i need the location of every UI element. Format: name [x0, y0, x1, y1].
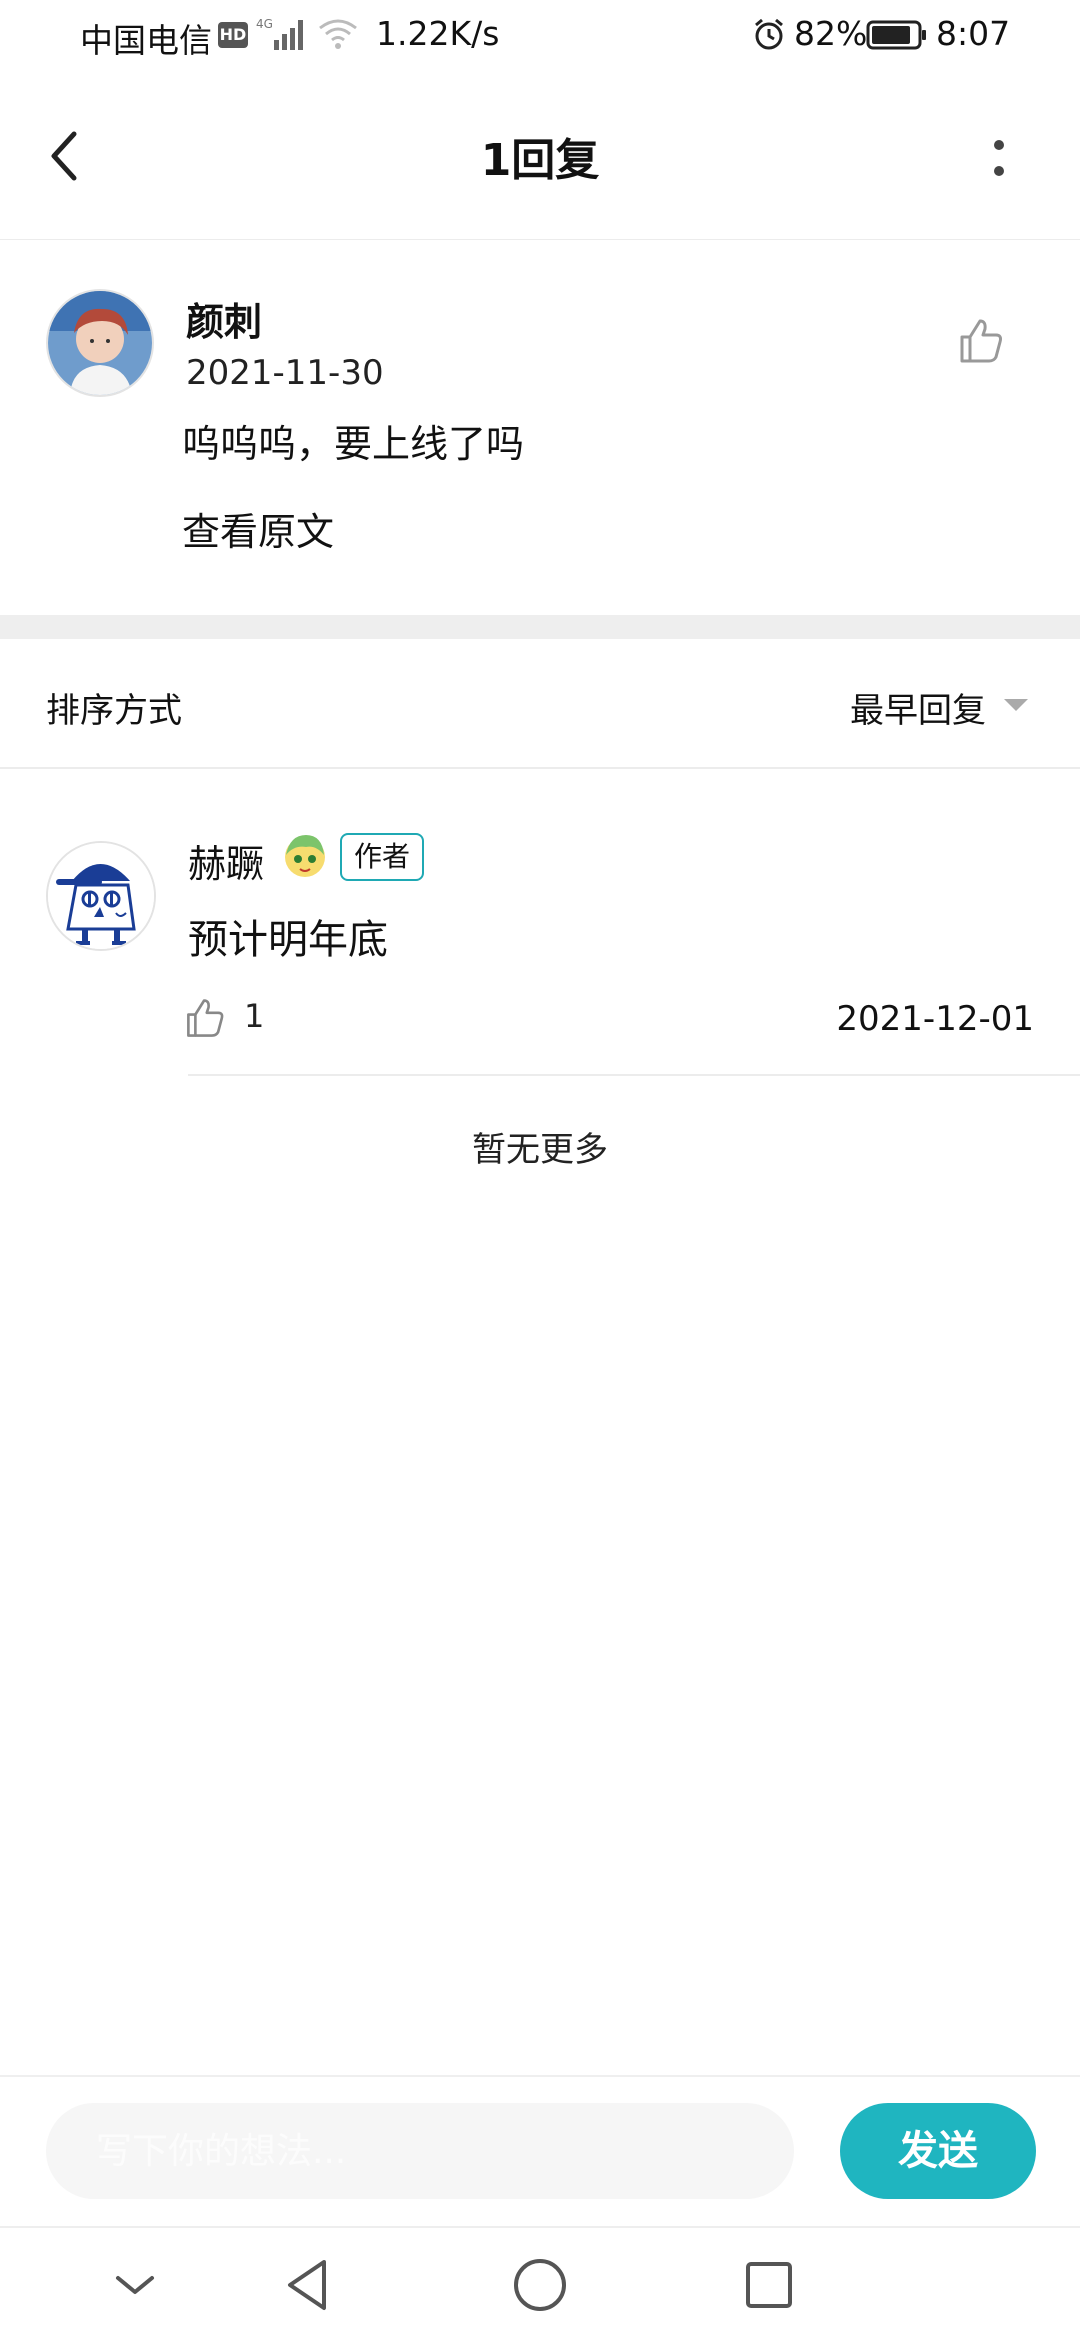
sort-label: 排序方式 — [46, 691, 182, 731]
chevron-down-icon[interactable] — [100, 2250, 170, 2320]
wifi-icon — [319, 19, 357, 49]
comment-input[interactable] — [46, 2103, 794, 2199]
no-more-label: 暂无更多 — [472, 1130, 608, 1170]
divider — [188, 1074, 1080, 1076]
author-badge: 作者 — [340, 833, 425, 881]
avatar-image — [48, 291, 152, 395]
signal-icon: 4G — [256, 17, 303, 50]
hd-badge: HD — [218, 22, 248, 48]
network-speed: 1.22K/s — [376, 14, 500, 53]
home-circle-icon[interactable] — [505, 2250, 575, 2320]
carrier-label: 中国电信 — [80, 21, 212, 60]
battery-percent: 82% — [794, 14, 868, 53]
comment-input-bar: 发送 — [0, 2075, 1080, 2225]
like-count: 1 — [244, 997, 265, 1035]
thumbs-up-icon[interactable] — [184, 997, 226, 1039]
battery-icon — [866, 20, 926, 50]
reply-username[interactable]: 赫蹶 — [188, 833, 264, 888]
avatar-image — [48, 843, 154, 949]
status-bar: 中国电信 HD 4G 1.22K/s 82% 8:07 — [0, 0, 1080, 76]
reply-text: 预计明年底 — [188, 917, 388, 963]
more-vertical-icon[interactable] — [984, 130, 1014, 186]
section-divider — [0, 615, 1080, 639]
thumbs-up-icon[interactable] — [958, 317, 1004, 365]
recents-square-icon[interactable] — [734, 2250, 804, 2320]
clock: 8:07 — [936, 14, 1011, 53]
reply-item: 赫蹶 作者 预计明年底 1 2021-12-01 — [0, 771, 1080, 1076]
comment-text: 呜呜呜，要上线了吗 — [182, 422, 525, 466]
avatar[interactable] — [46, 289, 154, 397]
sort-bar: 排序方式 最早回复 — [0, 639, 1080, 769]
original-comment: 颜刺 2021-11-30 呜呜呜，要上线了吗 查看原文 — [0, 241, 1080, 615]
character-badge-icon — [285, 835, 325, 877]
avatar[interactable] — [46, 841, 156, 951]
header: 1回复 — [0, 76, 1080, 240]
view-original-link[interactable]: 查看原文 — [182, 501, 334, 556]
back-triangle-icon[interactable] — [274, 2250, 344, 2320]
comment-username[interactable]: 颜刺 — [186, 291, 262, 346]
svg-text:4G: 4G — [256, 17, 273, 31]
sort-dropdown[interactable]: 最早回复 — [850, 683, 986, 732]
send-button[interactable]: 发送 — [840, 2103, 1036, 2199]
system-nav-bar — [0, 2226, 1080, 2340]
comment-date: 2021-11-30 — [186, 353, 384, 393]
page-title: 1回复 — [480, 135, 600, 186]
reply-date: 2021-12-01 — [836, 999, 1034, 1039]
alarm-icon — [755, 18, 783, 50]
caret-down-icon[interactable] — [1004, 699, 1028, 711]
